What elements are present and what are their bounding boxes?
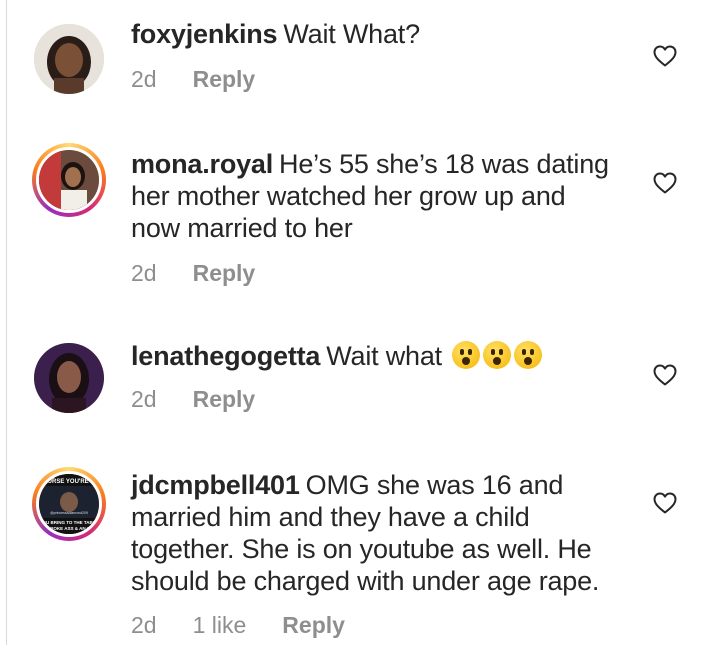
comment-text: lenathegogetta Wait what	[131, 340, 631, 376]
reply-button[interactable]: Reply	[282, 612, 345, 638]
comment-body-line: now married to her	[131, 213, 353, 243]
comment-body-line: He’s 55 she’s 18 was dating	[279, 149, 609, 179]
comment-meta: 2d 1 like Reply	[131, 612, 381, 639]
comment-username[interactable]: foxyjenkins	[131, 19, 278, 49]
comment-time: 2d	[131, 386, 157, 412]
reply-button[interactable]: Reply	[193, 386, 256, 412]
comment-body-line: together. She is on youtube as well. He	[131, 534, 592, 564]
comment-username[interactable]: lenathegogetta	[131, 341, 320, 371]
reply-button[interactable]: Reply	[193, 260, 256, 286]
comment-username[interactable]: mona.royal	[131, 149, 273, 179]
comment-time: 2d	[131, 612, 157, 638]
astonished-face-emoji	[452, 341, 481, 369]
comment-body: Wait what	[326, 341, 442, 371]
avatar[interactable]: OURSE YOU'RE G @princessadiamond209 YOU …	[32, 467, 106, 541]
comment-meta: 2d Reply	[131, 66, 291, 93]
comment-text: foxyjenkins Wait What?	[131, 18, 631, 50]
avatar-caption-bottom-1: YOU BRING TO THE TABLE	[39, 520, 98, 525]
comment-username[interactable]: jdcmpbell401	[131, 470, 300, 500]
comment-body: Wait What?	[283, 19, 420, 49]
comment-text: mona.royal He’s 55 she’s 18 was dating he…	[131, 148, 631, 244]
reply-button[interactable]: Reply	[193, 66, 256, 92]
comment-time: 2d	[131, 66, 157, 92]
avatar[interactable]	[34, 24, 104, 94]
like-heart-icon[interactable]	[653, 172, 677, 194]
avatar-photo-icon	[34, 343, 104, 413]
avatar-meme-icon: OURSE YOU'RE G @princessadiamond209 YOU …	[39, 474, 99, 534]
emoji-group	[449, 341, 543, 376]
comment-like-count[interactable]: 1 like	[193, 612, 247, 638]
comment-body-line: her mother watched her grow up and	[131, 181, 566, 211]
avatar[interactable]	[34, 343, 104, 413]
avatar-photo-icon	[34, 24, 104, 94]
avatar-caption-bottom-2: BROKE ASS & AN IS	[47, 526, 91, 531]
like-heart-icon[interactable]	[653, 492, 677, 514]
like-heart-icon[interactable]	[653, 364, 677, 386]
comment-body-line: OMG she was 16 and	[305, 470, 564, 500]
comment-body-line: married him and they have a child	[131, 502, 530, 532]
avatar-caption-top: OURSE YOU'RE G	[43, 479, 95, 485]
comment-body-line: should be charged with under age rape.	[131, 566, 600, 596]
comment-text: jdcmpbell401 OMG she was 16 and married h…	[131, 469, 631, 597]
comment-meta: 2d Reply	[131, 386, 291, 413]
like-heart-icon[interactable]	[653, 45, 677, 67]
avatar[interactable]	[32, 143, 106, 217]
comment-time: 2d	[131, 260, 157, 286]
avatar-caption-handle: @princessadiamond209	[50, 511, 88, 515]
left-divider	[6, 0, 7, 645]
astonished-face-emoji	[483, 341, 512, 369]
astonished-face-emoji	[514, 341, 543, 369]
comment-meta: 2d Reply	[131, 260, 291, 287]
avatar-photo-icon	[39, 150, 99, 210]
